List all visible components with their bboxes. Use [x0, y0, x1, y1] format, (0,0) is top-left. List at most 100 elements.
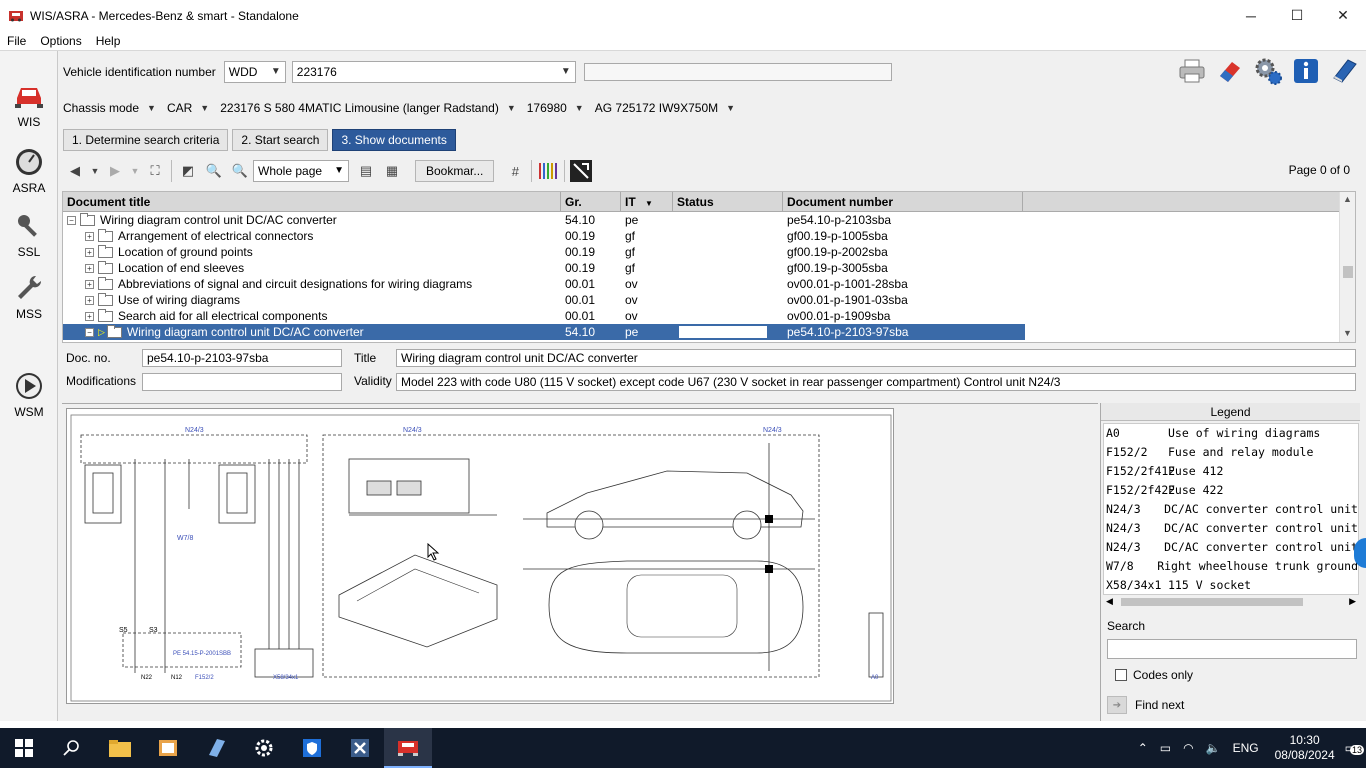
header-status[interactable]: Status: [673, 192, 783, 212]
single-page-button[interactable]: ▤: [353, 159, 379, 183]
chassis-mode-dropdown[interactable]: Chassis mode ▼: [63, 101, 162, 115]
back-button[interactable]: ◀: [62, 159, 88, 183]
taskbar-security[interactable]: [288, 728, 336, 768]
table-scrollbar[interactable]: ▲ ▼: [1339, 192, 1355, 342]
expand-toggle-icon[interactable]: +: [85, 231, 94, 241]
expand-toggle-icon[interactable]: +: [85, 295, 94, 305]
nav-ssl[interactable]: SSL: [0, 209, 58, 259]
vin-number-combo[interactable]: 223176 ▼: [291, 61, 576, 83]
zoom-select[interactable]: Whole page ▼: [253, 160, 349, 182]
multi-page-button[interactable]: ▦: [379, 159, 405, 183]
table-row[interactable]: + Search aid for all electrical componen…: [63, 308, 1339, 324]
scroll-left-icon[interactable]: ◀: [1106, 596, 1113, 607]
table-row[interactable]: + Location of end sleeves 00.19 gf gf00.…: [63, 260, 1339, 276]
table-row[interactable]: + Abbreviations of signal and circuit de…: [63, 276, 1339, 292]
file-explorer-button[interactable]: [96, 728, 144, 768]
volume-icon[interactable]: 🔈: [1206, 741, 1221, 755]
invert-button[interactable]: [568, 159, 594, 183]
settings-button[interactable]: [1252, 55, 1284, 87]
legend-list[interactable]: A0 Use of wiring diagrams F152/2 Fuse and …: [1103, 423, 1359, 595]
diagram-link-ref[interactable]: PE 54.15-P-2001SBB: [173, 651, 231, 657]
forward-button[interactable]: ▶: [102, 159, 128, 183]
step-show-documents-button[interactable]: 3. Show documents: [332, 129, 456, 151]
docno-field[interactable]: pe54.10-p-2103-97sba: [142, 349, 342, 367]
table-row[interactable]: − Wiring diagram control unit DC/AC conv…: [63, 212, 1339, 228]
scroll-thumb[interactable]: [1121, 598, 1303, 606]
legend-search-input[interactable]: [1107, 639, 1357, 659]
scroll-right-icon[interactable]: ▶: [1349, 596, 1356, 607]
header-document-title[interactable]: Document title: [63, 192, 561, 212]
back-history-button[interactable]: ▼: [88, 159, 102, 183]
vin-prefix-combo[interactable]: WDD ▼: [223, 61, 286, 83]
table-row[interactable]: + Use of wiring diagrams 00.01 ov ov00.0…: [63, 292, 1339, 308]
taskbar-settings[interactable]: [240, 728, 288, 768]
maximize-button[interactable]: ☐: [1274, 0, 1320, 31]
side-panel-handle[interactable]: [1354, 538, 1366, 568]
forward-history-button[interactable]: ▼: [128, 159, 142, 183]
table-row[interactable]: + Arrangement of electrical connectors 0…: [63, 228, 1339, 244]
scroll-up-icon[interactable]: ▲: [1343, 194, 1352, 204]
chevron-up-icon[interactable]: ⌃: [1138, 741, 1148, 755]
step-determine-search-button[interactable]: 1. Determine search criteria: [63, 129, 229, 151]
engine-dropdown[interactable]: 176980 ▼: [527, 101, 590, 115]
grid-button[interactable]: #: [502, 159, 528, 183]
modifications-field[interactable]: [142, 373, 342, 391]
title-field[interactable]: Wiring diagram control unit DC/AC conver…: [396, 349, 1356, 367]
header-group[interactable]: Gr.: [561, 192, 621, 212]
codes-only-toggle[interactable]: Codes only: [1115, 668, 1193, 682]
taskbar-wis-app[interactable]: [384, 728, 432, 768]
transmission-dropdown[interactable]: AG 725172 IW9X750M ▼: [595, 101, 741, 115]
fit-page-button[interactable]: ⛶: [142, 159, 168, 183]
taskbar-app-1[interactable]: [144, 728, 192, 768]
legend-row[interactable]: N24/3 DC/AC converter control unit: [1104, 538, 1358, 557]
table-row[interactable]: + Location of ground points 00.19 gf gf0…: [63, 244, 1339, 260]
language-indicator[interactable]: ENG: [1233, 741, 1259, 755]
taskbar-xentry[interactable]: [336, 728, 384, 768]
header-document-number[interactable]: Document number: [783, 192, 1023, 212]
close-button[interactable]: ✕: [1320, 0, 1366, 31]
zoom-out-button[interactable]: 🔍: [201, 159, 227, 183]
find-next-button[interactable]: ➔ Find next: [1107, 696, 1184, 714]
legend-row[interactable]: X58/34x1 115 V socket: [1104, 576, 1358, 594]
legend-row[interactable]: F152/2 Fuse and relay module: [1104, 443, 1358, 462]
info-button[interactable]: [1290, 55, 1322, 87]
taskbar-app-2[interactable]: [192, 728, 240, 768]
nav-wis[interactable]: WIS: [0, 79, 58, 129]
expand-toggle-icon[interactable]: +: [85, 279, 94, 289]
battery-icon[interactable]: ▭: [1160, 741, 1171, 755]
color-bars-button[interactable]: [535, 159, 561, 183]
nav-asra[interactable]: ASRA: [0, 145, 58, 195]
vin-extra-field[interactable]: [583, 63, 892, 81]
validity-field[interactable]: Model 223 with code U80 (115 V socket) e…: [396, 373, 1356, 391]
wifi-icon[interactable]: ◠: [1183, 741, 1193, 755]
eraser-button[interactable]: [1214, 55, 1246, 87]
legend-row[interactable]: A0 Use of wiring diagrams: [1104, 424, 1358, 443]
zoom-in-button[interactable]: 🔍: [227, 159, 253, 183]
nav-mss[interactable]: MSS: [0, 271, 58, 321]
bookmark-button[interactable]: Bookmar...: [415, 160, 495, 182]
menu-file[interactable]: File: [0, 34, 33, 48]
legend-row[interactable]: F152/2f422 Fuse 422: [1104, 481, 1358, 500]
notifications-button[interactable]: ▭ 13: [1345, 741, 1364, 755]
expand-toggle-icon[interactable]: +: [85, 263, 94, 273]
header-it[interactable]: IT ▼: [621, 192, 673, 212]
manual-button[interactable]: [1328, 55, 1360, 87]
collapse-toggle-icon[interactable]: −: [67, 215, 76, 225]
legend-row[interactable]: W7/8 Right wheelhouse trunk ground: [1104, 557, 1358, 576]
printer-button[interactable]: [1176, 55, 1208, 87]
legend-row[interactable]: N24/3 DC/AC converter control unit: [1104, 500, 1358, 519]
expand-toggle-icon[interactable]: +: [85, 247, 94, 257]
model-dropdown[interactable]: 223176 S 580 4MATIC Limousine (langer Ra…: [220, 101, 522, 115]
scroll-thumb[interactable]: [1343, 266, 1353, 278]
diagram-viewer[interactable]: N24/3 N24/3 N24/3 W7/8 S5 S3 PE 54.15-P-…: [62, 403, 1098, 721]
step-start-search-button[interactable]: 2. Start search: [232, 129, 329, 151]
minimize-button[interactable]: ─: [1228, 0, 1274, 31]
legend-row[interactable]: F152/2f412 Fuse 412: [1104, 462, 1358, 481]
codes-only-checkbox[interactable]: [1115, 669, 1127, 681]
nav-wsm[interactable]: WSM: [0, 369, 58, 419]
table-row-selected[interactable]: − ▷ Wiring diagram control unit DC/AC co…: [63, 324, 1025, 340]
menu-help[interactable]: Help: [89, 34, 128, 48]
collapse-toggle-icon[interactable]: −: [85, 327, 94, 337]
legend-row[interactable]: N24/3 DC/AC converter control unit: [1104, 519, 1358, 538]
scroll-down-icon[interactable]: ▼: [1343, 328, 1352, 338]
